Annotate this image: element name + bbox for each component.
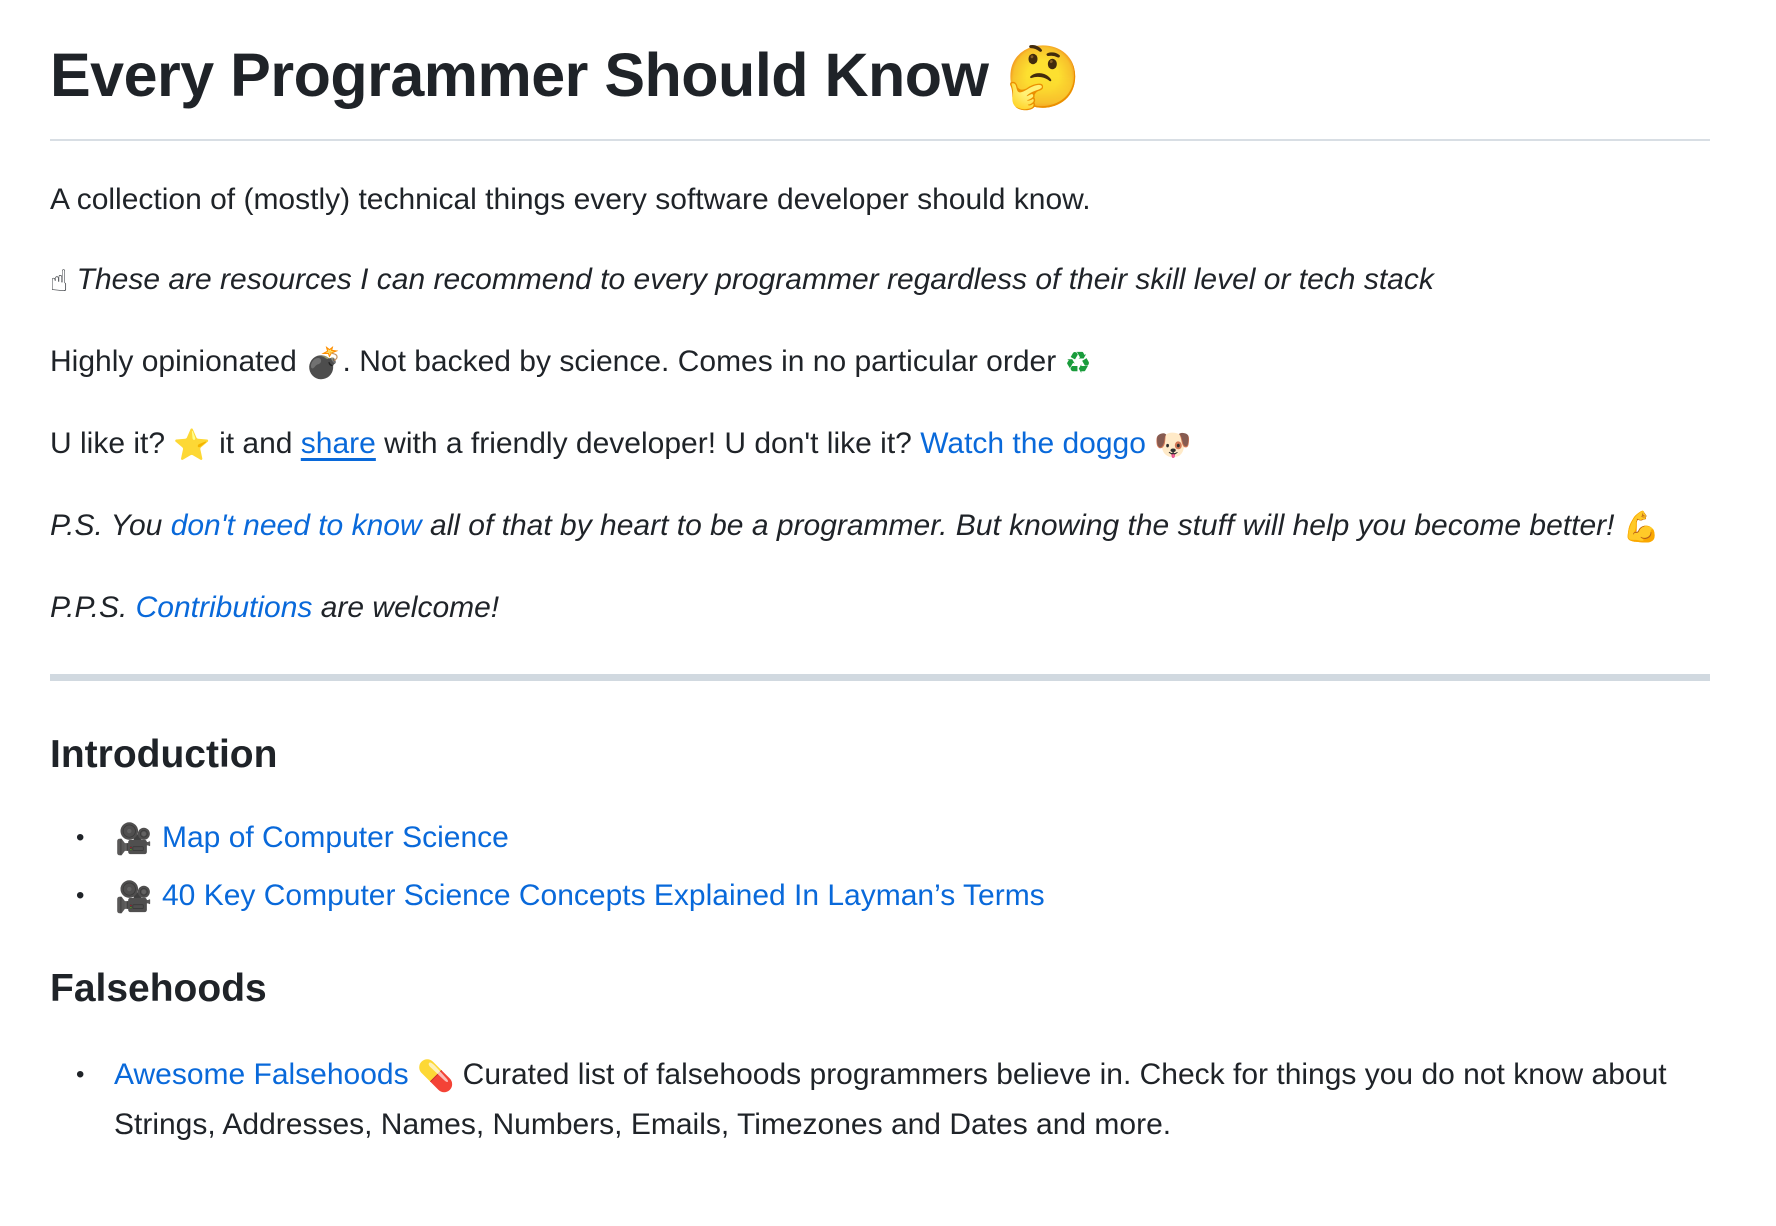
opinion-text-2: . Not backed by science. Comes in no par… [342, 345, 1065, 378]
movie-camera-icon: 🎥 [115, 822, 153, 857]
page-title: Every Programmer Should Know 🤔 [50, 0, 1710, 123]
movie-camera-icon: 🎥 [115, 880, 153, 915]
section-divider [50, 674, 1710, 681]
share-link[interactable]: share [301, 427, 376, 460]
pps-paragraph: P.P.S. Contributions are welcome! [50, 584, 1710, 632]
list-bullet: • [76, 1061, 85, 1088]
opinion-paragraph: Highly opinionated 💣. Not backed by scie… [50, 338, 1710, 388]
thinking-face-icon: 🤔 [1004, 42, 1081, 113]
readme-content: Every Programmer Should Know 🤔 A collect… [50, 0, 1710, 1149]
list-item: • Awesome Falsehoods 💊 Curated list of f… [50, 1051, 1710, 1149]
page-title-text: Every Programmer Should Know [50, 41, 989, 109]
ps-text-1: P.S. You [50, 509, 171, 542]
star-icon: ⭐ [173, 428, 211, 463]
dog-face-icon: 🐶 [1154, 428, 1192, 463]
ps-text-2: all of that by heart to be a programmer.… [421, 509, 1623, 542]
falsehoods-list: • Awesome Falsehoods 💊 Curated list of f… [50, 1051, 1710, 1149]
pps-text-2: are welcome! [312, 591, 500, 624]
awesome-falsehoods-link[interactable]: Awesome Falsehoods [114, 1058, 409, 1091]
like-text-3: with a friendly developer! U don't like … [375, 427, 921, 460]
bomb-icon: 💣 [305, 346, 343, 381]
pointing-finger-icon: ☝ [50, 264, 69, 299]
introduction-heading: Introduction [50, 733, 278, 776]
list-item: • 🎥 40 Key Computer Science Concepts Expl… [50, 872, 1710, 922]
cs-concepts-link[interactable]: 40 Key Computer Science Concepts Explain… [162, 879, 1045, 912]
description-paragraph: A collection of (mostly) technical thing… [50, 183, 1091, 216]
list-bullet: • [76, 824, 85, 851]
falsehoods-heading: Falsehoods [50, 967, 267, 1010]
like-text-2: it and [210, 427, 301, 460]
like-paragraph: U like it? ⭐ it and share with a friendl… [50, 420, 1710, 470]
pps-text-1: P.P.S. [50, 591, 136, 624]
dont-need-to-know-link[interactable]: don't need to know [171, 509, 422, 542]
list-item: • 🎥 Map of Computer Science [50, 814, 1710, 864]
watch-doggo-link[interactable]: Watch the doggo [920, 427, 1146, 460]
recommendation-text: These are resources I can recommend to e… [76, 263, 1434, 296]
pill-icon: 💊 [416, 1059, 455, 1094]
recommendation-paragraph: ☝ These are resources I can recommend to… [50, 256, 1710, 306]
title-divider [50, 139, 1710, 141]
list-bullet: • [76, 882, 85, 909]
contributions-link[interactable]: Contributions [136, 591, 313, 624]
map-of-computer-science-link[interactable]: Map of Computer Science [162, 821, 509, 854]
flexed-biceps-icon: 💪 [1622, 510, 1661, 545]
like-text-1: U like it? [50, 427, 174, 460]
ps-paragraph: P.S. You don't need to know all of that … [50, 502, 1710, 552]
readme-page: Every Programmer Should Know 🤔 A collect… [0, 0, 1776, 1226]
opinion-text-1: Highly opinionated [50, 345, 306, 378]
introduction-list: • 🎥 Map of Computer Science • 🎥 40 Key Com… [50, 814, 1710, 922]
recycle-icon: ♻ [1064, 346, 1092, 381]
